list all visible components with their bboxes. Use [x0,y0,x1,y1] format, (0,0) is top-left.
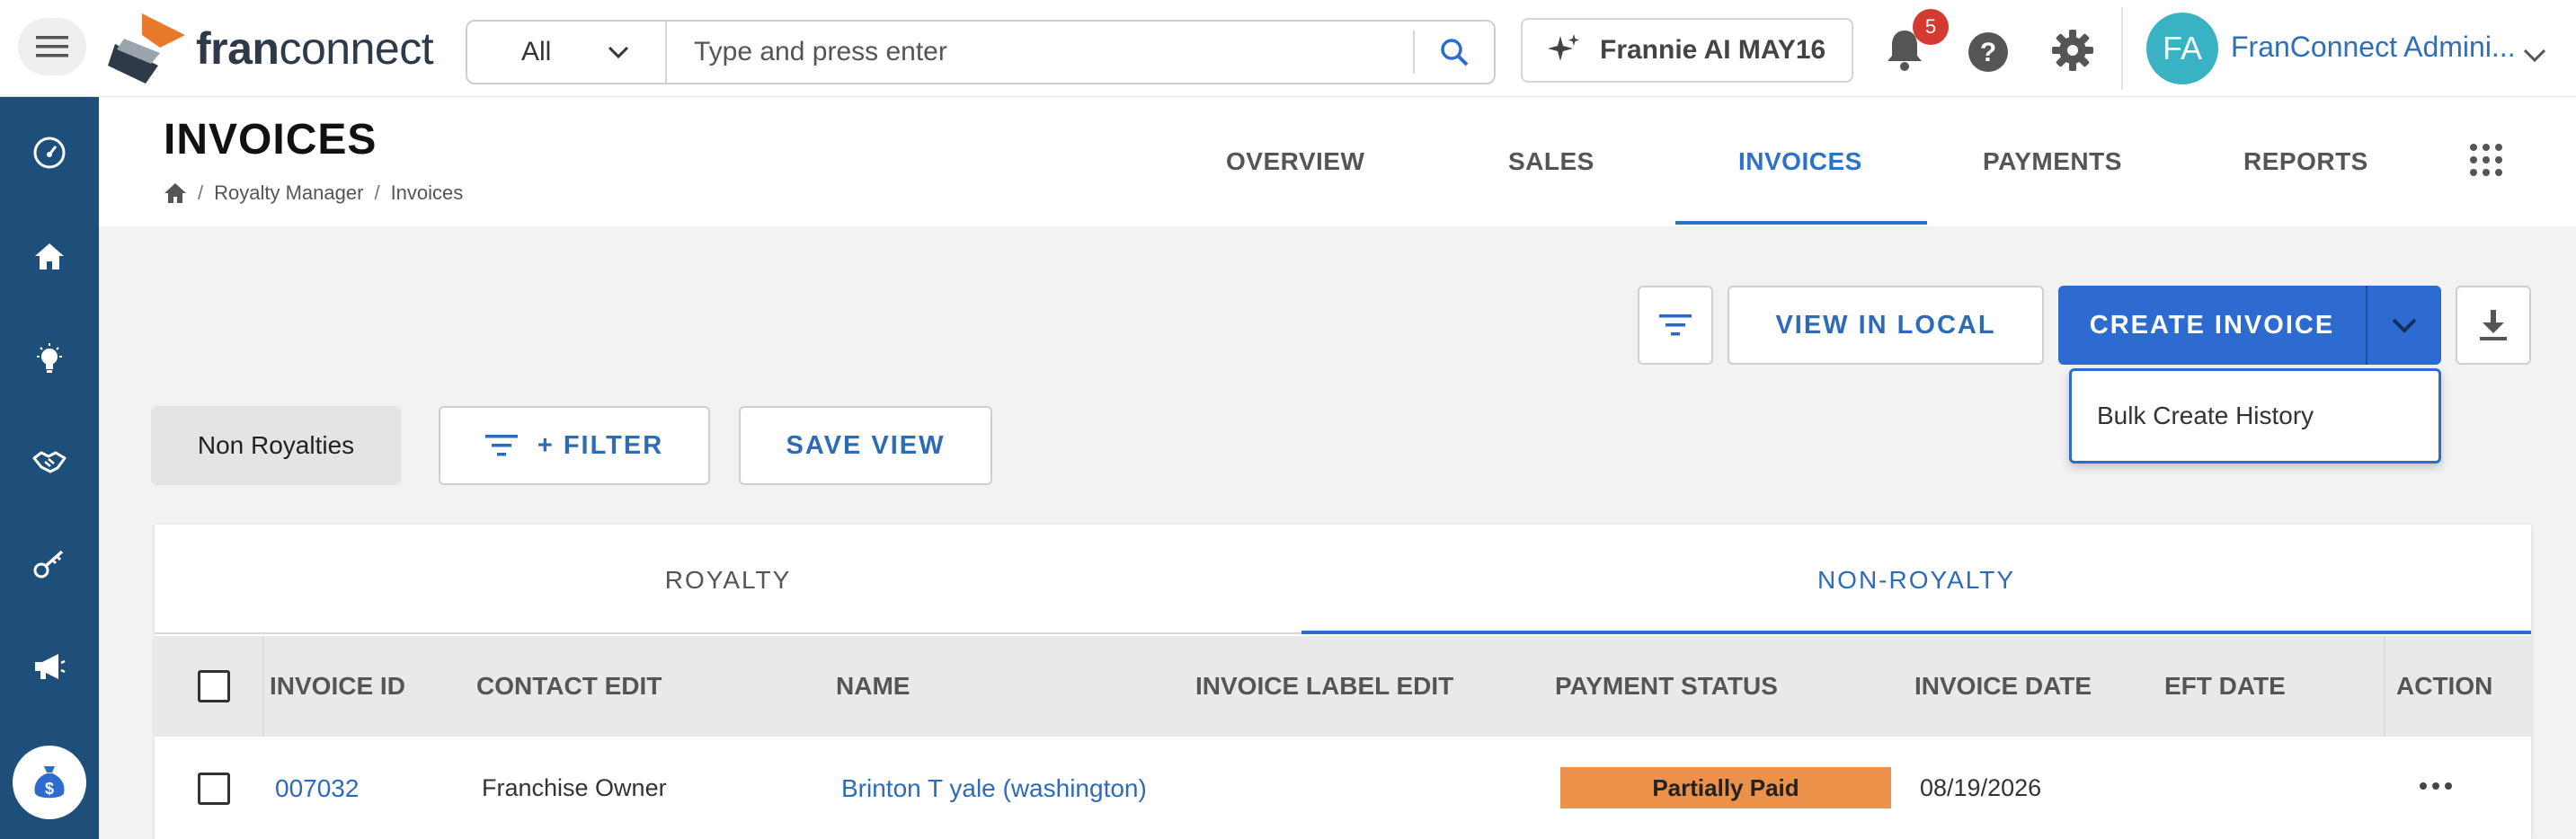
save-view-button[interactable]: SAVE VIEW [739,406,992,485]
column-contact-edit[interactable]: CONTACT EDIT [476,672,662,701]
search-scope-value: All [521,37,552,66]
help-icon[interactable]: ? [1967,31,2010,74]
search-input[interactable] [667,22,1413,83]
tab-sales[interactable]: SALES [1508,147,1594,176]
sidebar-item-home[interactable] [0,221,99,293]
sparkle-icon [1548,34,1579,61]
notification-badge: 5 [1913,9,1949,45]
search-scope-select[interactable]: All [467,22,667,83]
logo-text: franconnect [196,23,434,74]
svg-text:$: $ [45,780,54,798]
invoices-card: ROYALTY NON-ROYALTY INVOICE ID CONTACT E… [155,525,2531,839]
search-button[interactable] [1413,31,1494,74]
filter-lines-icon [1659,314,1692,336]
download-icon [2480,310,2507,340]
chevron-down-icon [608,46,629,59]
active-tab-indicator [1675,221,1927,225]
invoice-date-cell: 08/19/2026 [1920,774,2042,801]
sidebar-item-marketing[interactable] [0,631,99,702]
chevron-down-icon [2392,318,2417,333]
frannie-ai-label: Frannie AI MAY16 [1600,35,1826,65]
apps-grid-icon[interactable] [2468,142,2504,178]
key-icon [33,550,64,578]
select-all-checkbox[interactable] [198,670,230,702]
gear-icon[interactable] [2051,29,2094,72]
active-subtab-indicator [1301,631,2531,634]
tab-overview[interactable]: OVERVIEW [1226,147,1364,176]
chevron-down-icon[interactable] [2522,47,2547,65]
user-name[interactable]: FranConnect Admini... [2231,31,2516,64]
global-search: All [466,20,1496,84]
tab-royalty[interactable]: ROYALTY [155,525,1301,636]
search-icon [1441,39,1469,66]
contact-cell: Franchise Owner [482,774,667,801]
table-header: INVOICE ID CONTACT EDIT NAME INVOICE LAB… [155,636,2531,737]
tab-divider [155,632,1301,634]
breadcrumb-royalty-manager[interactable]: Royalty Manager [214,181,363,205]
page-title: INVOICES [164,116,378,163]
sidebar-item-partners[interactable] [0,426,99,498]
dropdown-item-bulk-create-history[interactable]: Bulk Create History [2069,368,2441,464]
handshake-icon [32,451,67,473]
hamburger-icon [36,36,68,57]
svg-text:?: ? [1980,38,1996,67]
breadcrumb: / Royalty Manager / Invoices [164,181,463,205]
create-invoice-button[interactable]: CREATE INVOICE [2058,286,2366,365]
tab-payments[interactable]: PAYMENTS [1983,147,2122,176]
avatar[interactable]: FA [2146,13,2218,84]
saved-view-chip[interactable]: Non Royalties [151,406,401,485]
sidebar-item-royalty-manager[interactable]: $ [13,746,86,819]
sidebar: $ [0,97,99,839]
home-icon[interactable] [164,182,187,204]
tab-invoices[interactable]: INVOICES [1738,147,1862,176]
top-bar: franconnect All Frannie AI MAY16 5 ? [0,0,2576,97]
sidebar-item-ideas[interactable] [0,323,99,395]
breadcrumb-separator: / [374,181,380,204]
breadcrumb-invoices: Invoices [390,181,464,204]
sidebar-item-access[interactable] [0,528,99,600]
dashboard-icon [33,137,66,169]
tab-non-royalty[interactable]: NON-ROYALTY [1301,525,2531,636]
franconnect-logo[interactable]: franconnect [106,13,434,84]
column-payment-status[interactable]: PAYMENT STATUS [1555,672,1778,701]
menu-button[interactable] [18,18,86,75]
table-row: 007032 Franchise Owner Brinton T yale (w… [155,737,2531,839]
column-invoice-date[interactable]: INVOICE DATE [1914,672,2092,701]
tab-reports[interactable]: REPORTS [2243,147,2368,176]
column-action: ACTION [2396,672,2493,700]
add-filter-label: + FILTER [537,430,664,460]
megaphone-icon [35,654,66,679]
column-eft-date[interactable]: EFT DATE [2164,672,2286,701]
frannie-ai-button[interactable]: Frannie AI MAY16 [1521,18,1853,83]
money-bag-icon: $ [34,766,65,799]
more-horizontal-icon[interactable] [2418,780,2454,792]
row-checkbox[interactable] [198,773,230,805]
logo-mark-icon [108,13,185,84]
filter-lines-icon [484,435,518,456]
column-filter-button[interactable] [1638,286,1713,365]
column-name[interactable]: NAME [836,672,910,701]
add-filter-button[interactable]: + FILTER [439,406,710,485]
invoice-id-link[interactable]: 007032 [275,774,359,803]
page-header: INVOICES / Royalty Manager / Invoices OV… [99,97,2576,226]
name-link[interactable]: Brinton T yale (washington) [841,774,1147,803]
breadcrumb-separator: / [198,181,204,204]
topbar-divider [2121,7,2123,90]
status-badge: Partially Paid [1560,767,1891,808]
column-invoice-label-edit[interactable]: INVOICE LABEL EDIT [1195,672,1453,701]
sidebar-item-dashboard[interactable] [0,117,99,189]
create-invoice-dropdown-toggle[interactable] [2366,286,2441,365]
home-icon [35,243,64,269]
column-invoice-id[interactable]: INVOICE ID [270,672,405,701]
lightbulb-icon [37,343,62,373]
download-button[interactable] [2456,286,2531,365]
view-in-local-button[interactable]: VIEW IN LOCAL [1728,286,2044,365]
